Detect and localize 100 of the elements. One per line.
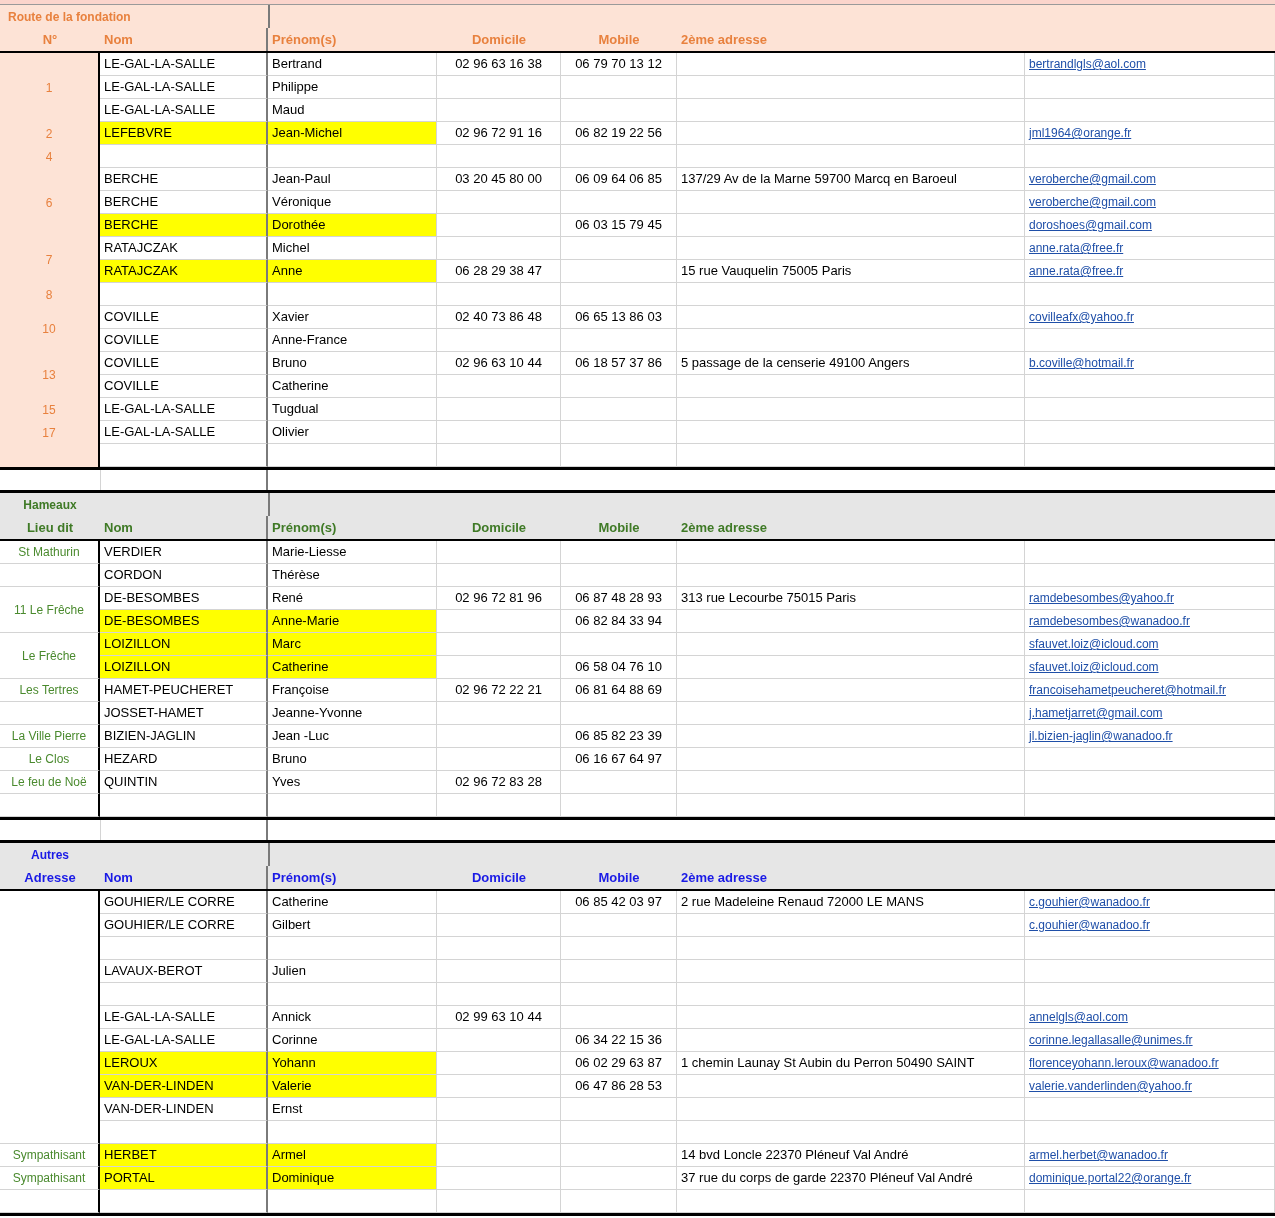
table-cell: LAVAUX-BEROT — [100, 960, 268, 983]
column-header: 2ème adresse — [680, 30, 768, 49]
table-cell: DE-BESOMBES — [100, 610, 268, 633]
row-label-cell: Les Tertres — [0, 679, 100, 702]
email-link[interactable]: j.hametjarret@gmail.com — [1025, 702, 1275, 725]
table-cell: Jean -Luc — [268, 725, 437, 748]
email-link[interactable]: b.coville@hotmail.fr — [1025, 352, 1275, 375]
email-link[interactable]: jml1964@orange.fr — [1025, 122, 1275, 145]
row-label-cell: St Mathurin — [0, 541, 100, 564]
email-link[interactable]: dominique.portal22@orange.fr — [1025, 1167, 1275, 1190]
table-cell: 02 96 63 10 44 — [437, 352, 561, 375]
email-link[interactable]: annelgls@aol.com — [1025, 1006, 1275, 1029]
table-cell: 06 81 64 88 69 — [561, 679, 677, 702]
column-header: Nom — [100, 516, 268, 539]
table-cell: Anne-France — [268, 329, 437, 352]
table-cell: Françoise — [268, 679, 437, 702]
table-cell: 06 03 15 79 45 — [561, 214, 677, 237]
table-cell: BERCHE — [100, 214, 268, 237]
table-cell: Anne-Marie — [268, 610, 437, 633]
row-label-cell: Sympathisant — [0, 1167, 100, 1190]
table-cell: 06 79 70 13 12 — [561, 53, 677, 76]
column-header: Lieu dit — [25, 518, 75, 537]
table-cell: 02 40 73 86 48 — [437, 306, 561, 329]
table-cell: LEFEBVRE — [100, 122, 268, 145]
column-header: Prénom(s) — [271, 518, 338, 537]
row-label-cell: 8 — [0, 283, 100, 306]
email-link[interactable]: covilleafx@yahoo.fr — [1025, 306, 1275, 329]
table-cell: COVILLE — [100, 352, 268, 375]
row-label-cell: Le Clos — [0, 748, 100, 771]
row-label-cell: 13 — [0, 352, 100, 398]
table-cell: 06 09 64 06 85 — [561, 168, 677, 191]
table-cell: LE-GAL-LA-SALLE — [100, 421, 268, 444]
table-cell: 03 20 45 80 00 — [437, 168, 561, 191]
table-cell: COVILLE — [100, 306, 268, 329]
table-cell: VAN-DER-LINDEN — [100, 1075, 268, 1098]
table-cell: Jean-Paul — [268, 168, 437, 191]
table-cell: Jean-Michel — [268, 122, 437, 145]
table-cell: 06 34 22 15 36 — [561, 1029, 677, 1052]
email-link[interactable]: anne.rata@free.fr — [1025, 237, 1275, 260]
table-cell: 06 87 48 28 93 — [561, 587, 677, 610]
row-label-cell: 6 — [0, 168, 100, 237]
table-cell: VERDIER — [100, 541, 268, 564]
email-link[interactable]: jl.bizien-jaglin@wanadoo.fr — [1025, 725, 1275, 748]
table-cell: LOIZILLON — [100, 656, 268, 679]
table-cell: Ernst — [268, 1098, 437, 1121]
column-header: Adresse — [23, 868, 77, 887]
table-cell: Annick — [268, 1006, 437, 1029]
table-cell: Bertrand — [268, 53, 437, 76]
table-cell: 02 96 72 91 16 — [437, 122, 561, 145]
section-title: Autres — [30, 846, 70, 864]
table-cell: 02 96 72 81 96 — [437, 587, 561, 610]
row-label-cell: 17 — [0, 421, 100, 444]
table-cell: GOUHIER/LE CORRE — [100, 914, 268, 937]
email-link[interactable]: c.gouhier@wanadoo.fr — [1025, 914, 1275, 937]
table-cell: 02 96 72 83 28 — [437, 771, 561, 794]
table-cell: Jeanne-Yvonne — [268, 702, 437, 725]
table-cell: 06 65 13 86 03 — [561, 306, 677, 329]
section-title: Route de la fondation — [7, 8, 132, 26]
email-link[interactable]: doroshoes@gmail.com — [1025, 214, 1275, 237]
table-cell: 15 rue Vauquelin 75005 Paris — [677, 260, 1025, 283]
email-link[interactable]: sfauvet.loiz@icloud.com — [1025, 656, 1275, 679]
table-cell: 02 99 63 10 44 — [437, 1006, 561, 1029]
email-link[interactable]: valerie.vanderlinden@yahoo.fr — [1025, 1075, 1275, 1098]
table-cell: 06 85 42 03 97 — [561, 891, 677, 914]
email-link[interactable]: bertrandlgls@aol.com — [1025, 53, 1275, 76]
email-link[interactable]: florenceyohann.leroux@wanadoo.fr — [1025, 1052, 1275, 1075]
table-cell: 06 82 19 22 56 — [561, 122, 677, 145]
table-cell: 06 16 67 64 97 — [561, 748, 677, 771]
row-label-cell: 10 — [0, 306, 100, 352]
table-cell: VAN-DER-LINDEN — [100, 1098, 268, 1121]
email-link[interactable]: ramdebesombes@yahoo.fr — [1025, 587, 1275, 610]
email-link[interactable]: veroberche@gmail.com — [1025, 191, 1275, 214]
table-cell: Gilbert — [268, 914, 437, 937]
table-cell: 02 96 72 22 21 — [437, 679, 561, 702]
table-cell: 5 passage de la censerie 49100 Angers — [677, 352, 1025, 375]
table-cell: Catherine — [268, 375, 437, 398]
table-cell: Bruno — [268, 352, 437, 375]
table-cell: LEROUX — [100, 1052, 268, 1075]
email-link[interactable]: armel.herbet@wanadoo.fr — [1025, 1144, 1275, 1167]
column-header: Mobile — [597, 868, 641, 887]
row-label-cell: 11 Le Frêche — [0, 587, 100, 633]
table-cell: Anne — [268, 260, 437, 283]
column-header: 2ème adresse — [680, 518, 768, 537]
email-link[interactable]: corinne.legallasalle@unimes.fr — [1025, 1029, 1275, 1052]
table-cell: HERBET — [100, 1144, 268, 1167]
row-label-cell: 1 — [0, 53, 100, 122]
email-link[interactable]: anne.rata@free.fr — [1025, 260, 1275, 283]
email-link[interactable]: sfauvet.loiz@icloud.com — [1025, 633, 1275, 656]
table-cell: Xavier — [268, 306, 437, 329]
column-header: Prénom(s) — [271, 868, 338, 887]
email-link[interactable]: veroberche@gmail.com — [1025, 168, 1275, 191]
table-cell: Dorothée — [268, 214, 437, 237]
table-cell: QUINTIN — [100, 771, 268, 794]
email-link[interactable]: c.gouhier@wanadoo.fr — [1025, 891, 1275, 914]
row-label-cell: Le feu de Noë — [0, 771, 100, 794]
email-link[interactable]: ramdebesombes@wanadoo.fr — [1025, 610, 1275, 633]
column-header: Domicile — [470, 868, 528, 887]
table-cell: BIZIEN-JAGLIN — [100, 725, 268, 748]
email-link[interactable]: francoisehametpeucheret@hotmail.fr — [1025, 679, 1275, 702]
table-cell: LE-GAL-LA-SALLE — [100, 1006, 268, 1029]
